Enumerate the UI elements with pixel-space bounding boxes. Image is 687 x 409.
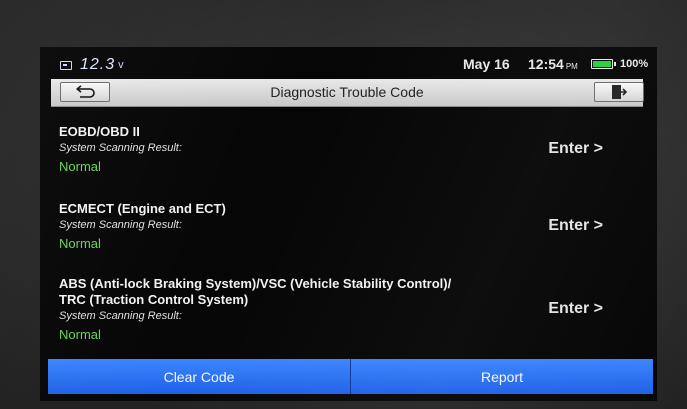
car-battery-icon — [60, 60, 72, 70]
enter-button-abs[interactable]: Enter > — [548, 300, 603, 318]
system-entry-ecmect: ECMECT (Engine and ECT) System Scanning … — [59, 201, 644, 251]
enter-button-eobd[interactable]: Enter > — [548, 140, 603, 158]
exit-icon — [612, 85, 627, 99]
voltage-value: 12.3 — [80, 56, 116, 73]
system-entry-abs: ABS (Anti-lock Braking System)/VSC (Vehi… — [59, 276, 644, 342]
battery-fill — [593, 61, 611, 67]
clear-code-button[interactable]: Clear Code — [48, 359, 350, 394]
system-name: ECMECT (Engine and ECT) — [59, 201, 226, 216]
exit-button[interactable] — [594, 82, 644, 102]
voltage-readout: 12.3 v — [60, 56, 124, 74]
report-button[interactable]: Report — [350, 359, 653, 394]
status-ampm: PM — [565, 62, 578, 71]
system-name: EOBD/OBD II — [59, 124, 140, 139]
system-name-line1: ABS (Anti-lock Braking System)/VSC (Vehi… — [59, 276, 452, 291]
battery-icon — [591, 59, 616, 69]
scan-result-status: Normal — [59, 236, 101, 251]
battery-percent: 100% — [620, 58, 649, 70]
bottom-action-bar: Clear Code Report — [48, 359, 653, 394]
voltage-unit: v — [118, 59, 124, 71]
title-bar: Diagnostic Trouble Code — [51, 79, 644, 107]
status-date: May 16 — [463, 56, 510, 72]
enter-button-ecmect[interactable]: Enter > — [548, 217, 603, 235]
page-title: Diagnostic Trouble Code — [270, 84, 424, 100]
scan-result-status: Normal — [59, 327, 101, 342]
system-entry-eobd: EOBD/OBD II System Scanning Result: Norm… — [59, 124, 644, 174]
status-time: 12:54 PM — [528, 56, 578, 72]
status-bar: 12.3 v May 16 12:54 PM 100% — [40, 47, 657, 79]
status-time-value: 12:54 — [528, 56, 564, 72]
scan-result-status: Normal — [59, 159, 101, 174]
scanner-screen: 12.3 v May 16 12:54 PM 100% Diagnostic Tr… — [40, 47, 657, 401]
